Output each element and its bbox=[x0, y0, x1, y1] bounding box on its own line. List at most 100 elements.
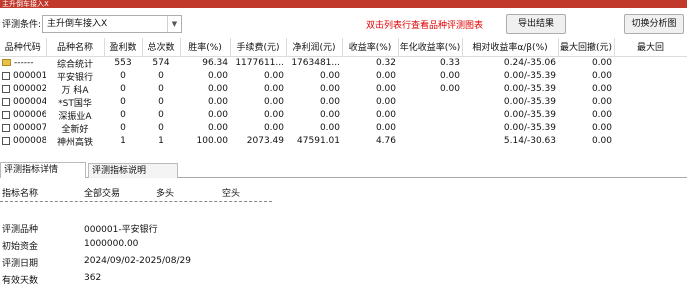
cell bbox=[398, 122, 462, 135]
cell: 0.00 bbox=[319, 71, 340, 81]
detail-label: 初始资金 bbox=[2, 242, 39, 252]
chevron-down-icon[interactable]: ▼ bbox=[167, 16, 181, 32]
cell: 0.00 bbox=[319, 110, 340, 120]
detail-value: 2024/09/02-2025/08/29 bbox=[84, 256, 191, 266]
cell: 0.24/-35.06 bbox=[503, 58, 556, 68]
table-row[interactable]: 000004 *ST国华 0 0 0.00 0.00 0.00 0.00 0.0… bbox=[0, 96, 687, 109]
cell bbox=[398, 135, 462, 148]
cell bbox=[398, 109, 462, 122]
cell: 0 bbox=[158, 71, 164, 81]
cell: 0.00 bbox=[207, 97, 228, 107]
divider bbox=[0, 201, 272, 202]
notice-text: 双击列表行查看品种评测图表 bbox=[366, 21, 484, 31]
detail-label: 有效天数 bbox=[2, 276, 39, 286]
cell: 0.00 bbox=[439, 71, 460, 81]
cell: 0 bbox=[158, 97, 164, 107]
col-header[interactable]: 净利润(元) bbox=[286, 38, 343, 57]
cell: 0.00/-35.39 bbox=[503, 84, 556, 94]
cell: 0.00 bbox=[207, 110, 228, 120]
cell: 1763481... bbox=[291, 58, 340, 68]
col-header[interactable]: 手续费(元) bbox=[230, 38, 287, 57]
code-cell: ------ bbox=[0, 56, 46, 70]
cell: 0.00 bbox=[591, 123, 612, 133]
col-header[interactable]: 品种名称 bbox=[46, 38, 105, 57]
metric-detail-panel: 指标名称 全部交易 多头 空头 评测品种 000001-平安银行 初始资金 10… bbox=[0, 178, 687, 286]
checkbox-icon[interactable] bbox=[2, 136, 10, 145]
cell: 0.00 bbox=[375, 123, 396, 133]
table-row[interactable]: ------ 综合统计 553 574 96.34 1177611... 176… bbox=[0, 56, 687, 70]
detail-label: 评测日期 bbox=[2, 259, 39, 269]
checkbox-icon[interactable] bbox=[2, 84, 10, 93]
cell: 神州高铁 bbox=[56, 137, 93, 148]
cell: 0.00 bbox=[375, 71, 396, 81]
cell: 0.00 bbox=[263, 84, 284, 94]
cell bbox=[614, 96, 687, 109]
cell: 1177611... bbox=[235, 58, 284, 68]
export-button[interactable]: 导出结果 bbox=[506, 14, 566, 34]
condition-label: 评测条件: bbox=[2, 20, 42, 30]
col-header[interactable]: 胜率(%) bbox=[180, 38, 231, 57]
checkbox-icon[interactable] bbox=[2, 123, 10, 132]
col-header[interactable]: 盈利数 bbox=[104, 38, 143, 57]
col-header[interactable]: 年化收益率(%) bbox=[398, 38, 463, 57]
cell: 0.00 bbox=[375, 110, 396, 120]
cell: 深振业A bbox=[58, 111, 92, 122]
folder-icon bbox=[2, 59, 11, 66]
detail-value: 000001-平安银行 bbox=[84, 225, 158, 235]
col-header[interactable]: 相对收益率α/β(%) bbox=[462, 38, 559, 57]
cell: 574 bbox=[152, 58, 170, 68]
col-header[interactable]: 品种代码 bbox=[0, 38, 47, 57]
table-row[interactable]: 000002 万 科A 0 0 0.00 0.00 0.00 0.00 0.00… bbox=[0, 83, 687, 96]
checkbox-icon[interactable] bbox=[2, 97, 10, 106]
cell: 96.34 bbox=[202, 58, 228, 68]
table-row[interactable]: 000007 全新好 0 0 0.00 0.00 0.00 0.00 0.00/… bbox=[0, 122, 687, 135]
cell: 0.00 bbox=[263, 97, 284, 107]
table-row[interactable]: 000001 平安银行 0 0 0.00 0.00 0.00 0.00 0.00… bbox=[0, 70, 687, 83]
cell: 5.14/-30.63 bbox=[503, 136, 556, 146]
cell: 0 bbox=[120, 71, 126, 81]
cell: 0.00 bbox=[207, 71, 228, 81]
condition-select[interactable]: 主升倒车接入X ▼ bbox=[42, 15, 182, 33]
cell: 100.00 bbox=[196, 136, 229, 146]
cell: 0.00 bbox=[375, 97, 396, 107]
condition-bar: 评测条件: 主升倒车接入X ▼ 双击列表行查看品种评测图表 导出结果 切换分析图 bbox=[0, 10, 687, 36]
results-table[interactable]: 品种代码 品种名称 盈利数 总次数 胜率(%) 手续费(元) 净利润(元) 收益… bbox=[0, 38, 687, 158]
checkbox-icon[interactable] bbox=[2, 110, 10, 119]
switch-chart-button[interactable]: 切换分析图 bbox=[624, 14, 684, 34]
detail-label: 评测品种 bbox=[2, 225, 39, 235]
detail-value: 362 bbox=[84, 273, 102, 283]
cell: 0.32 bbox=[375, 58, 396, 68]
col-header[interactable]: 收益率(%) bbox=[342, 38, 399, 57]
detail-header-all: 全部交易 bbox=[84, 189, 121, 199]
cell: 0.00/-35.39 bbox=[503, 123, 556, 133]
tab-metric-explain[interactable]: 评测指标说明 bbox=[88, 163, 178, 178]
table-header-row: 品种代码 品种名称 盈利数 总次数 胜率(%) 手续费(元) 净利润(元) 收益… bbox=[0, 38, 687, 57]
cell: 0.00/-35.39 bbox=[503, 97, 556, 107]
cell: 0 bbox=[120, 123, 126, 133]
cell: 0 bbox=[120, 97, 126, 107]
code-cell: 000001 bbox=[0, 70, 46, 83]
cell: 0.00 bbox=[263, 110, 284, 120]
table-row[interactable]: 000006 深振业A 0 0 0.00 0.00 0.00 0.00 0.00… bbox=[0, 109, 687, 122]
checkbox-icon[interactable] bbox=[2, 71, 10, 80]
cell bbox=[614, 135, 687, 148]
detail-header-long: 多头 bbox=[156, 189, 175, 199]
code-cell: 000004 bbox=[0, 96, 46, 109]
cell bbox=[398, 96, 462, 109]
cell: 综合统计 bbox=[56, 59, 93, 70]
col-header[interactable]: 总次数 bbox=[142, 38, 181, 57]
cell: 0.00 bbox=[591, 110, 612, 120]
col-header[interactable]: 最大回 bbox=[614, 38, 687, 57]
cell: 0.00 bbox=[439, 84, 460, 94]
detail-header-name: 指标名称 bbox=[2, 189, 39, 199]
cell: 0.00 bbox=[319, 97, 340, 107]
cell: 0 bbox=[158, 123, 164, 133]
cell: 0.00/-35.39 bbox=[503, 71, 556, 81]
cell: *ST国华 bbox=[58, 98, 92, 109]
cell: 47591.01 bbox=[297, 136, 340, 146]
tab-metric-detail[interactable]: 评测指标详情 bbox=[0, 162, 86, 178]
table-row[interactable]: 000008 神州高铁 1 1 100.00 2073.49 47591.01 … bbox=[0, 135, 687, 148]
code-cell: 000006 bbox=[0, 109, 46, 122]
col-header[interactable]: 最大回撤(元) bbox=[558, 38, 615, 57]
window-title: 主升倒车接入X bbox=[0, 0, 687, 8]
